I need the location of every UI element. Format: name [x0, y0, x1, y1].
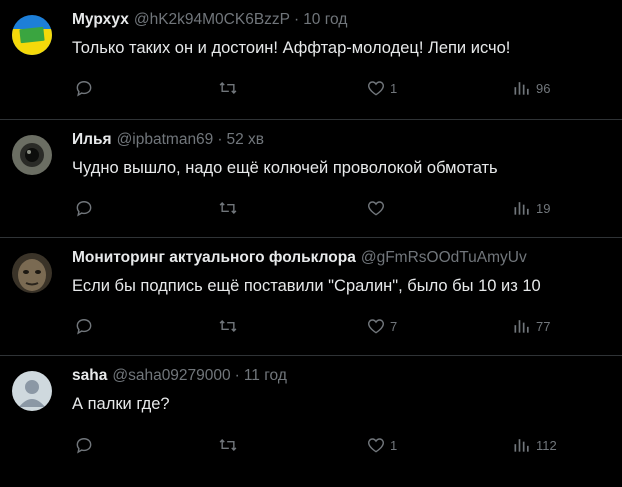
action-bar: 7 77 [72, 314, 572, 338]
timestamp[interactable]: 11 год [244, 367, 287, 385]
avatar-image [12, 15, 52, 55]
heart-icon [368, 81, 384, 96]
separator-dot: · [294, 11, 300, 28]
views-button[interactable]: 19 [512, 196, 550, 220]
reply-text: Если бы подпись ещё поставили "Сралин", … [72, 277, 541, 295]
like-button[interactable]: 1 [366, 433, 397, 457]
reply-button[interactable] [74, 433, 94, 457]
reply-icon [76, 319, 92, 335]
avatar[interactable] [12, 253, 52, 293]
reply-item[interactable]: saha @saha09279000 · 11 год А палки где?… [0, 356, 622, 487]
avatar[interactable] [12, 15, 52, 55]
heart-icon [368, 201, 384, 216]
view-count: 19 [536, 200, 551, 216]
reply-header: Илья @ipbatman69 · 52 хв [72, 131, 614, 151]
retweet-button[interactable] [218, 196, 238, 220]
retweet-icon [219, 201, 237, 215]
retweet-icon [219, 438, 237, 452]
reply-button[interactable] [74, 196, 94, 220]
timestamp[interactable]: 52 хв [226, 131, 264, 149]
author-handle[interactable]: @ipbatman69 [117, 131, 214, 149]
author-name[interactable]: Илья [72, 131, 112, 149]
author-handle[interactable]: @gFmRsOOdTuAmyUv [361, 249, 527, 267]
reply-icon [76, 201, 92, 217]
reply-text: А палки где? [72, 395, 170, 413]
reply-item[interactable]: Илья @ipbatman69 · 52 хв Чудно вышло, на… [0, 120, 622, 238]
like-count: 7 [390, 318, 398, 334]
retweet-button[interactable] [218, 314, 238, 338]
separator-dot: · [234, 367, 240, 384]
avatar[interactable] [12, 371, 52, 411]
timestamp[interactable]: 10 год [303, 11, 347, 29]
views-icon [514, 439, 529, 452]
views-button[interactable]: 112 [512, 433, 557, 457]
like-button[interactable]: 7 [366, 314, 397, 338]
like-count: 1 [390, 437, 398, 453]
reply-item[interactable]: Мониторинг актуального фольклора @gFmRsO… [0, 238, 622, 356]
action-bar: 19 [72, 196, 572, 220]
action-bar: 1 96 [72, 76, 572, 100]
action-bar: 1 112 [72, 433, 572, 457]
reply-header: Мониторинг актуального фольклора @gFmRsO… [72, 249, 614, 269]
like-button[interactable] [366, 196, 390, 220]
views-button[interactable]: 77 [512, 314, 550, 338]
view-count: 112 [536, 437, 557, 453]
views-icon [514, 82, 529, 95]
reply-header: saha @saha09279000 · 11 год [72, 367, 614, 387]
author-name[interactable]: saha [72, 367, 107, 385]
author-handle[interactable]: @hK2k94M0CK6BzzP [134, 11, 290, 29]
reply-text: Только таких он и достоин! Аффтар-молоде… [72, 39, 511, 57]
author-name[interactable]: Мурхух [72, 11, 129, 29]
retweet-button[interactable] [218, 76, 238, 100]
reply-button[interactable] [74, 314, 94, 338]
avatar-image [12, 253, 52, 293]
avatar[interactable] [12, 135, 52, 175]
reply-text: Чудно вышло, надо ещё колючей проволокой… [72, 159, 498, 177]
retweet-button[interactable] [218, 433, 238, 457]
view-count: 77 [536, 318, 551, 334]
views-button[interactable]: 96 [512, 76, 550, 100]
heart-icon [368, 438, 384, 453]
heart-icon [368, 319, 384, 334]
reply-header: Мурхух @hK2k94M0CK6BzzP · 10 год [72, 11, 614, 31]
like-button[interactable]: 1 [366, 76, 397, 100]
reply-item[interactable]: Мурхух @hK2k94M0CK6BzzP · 10 год Только … [0, 0, 622, 120]
view-count: 96 [536, 80, 551, 96]
views-icon [514, 320, 529, 333]
author-handle[interactable]: @saha09279000 [112, 367, 230, 385]
author-name[interactable]: Мониторинг актуального фольклора [72, 249, 356, 267]
reply-icon [76, 81, 92, 97]
views-icon [514, 202, 529, 215]
separator-dot: · [217, 131, 223, 148]
reply-button[interactable] [74, 76, 94, 100]
like-count: 1 [390, 80, 398, 96]
default-avatar-icon [12, 371, 52, 411]
retweet-icon [219, 81, 237, 95]
retweet-icon [219, 319, 237, 333]
avatar-image [12, 135, 52, 175]
reply-icon [76, 438, 92, 454]
